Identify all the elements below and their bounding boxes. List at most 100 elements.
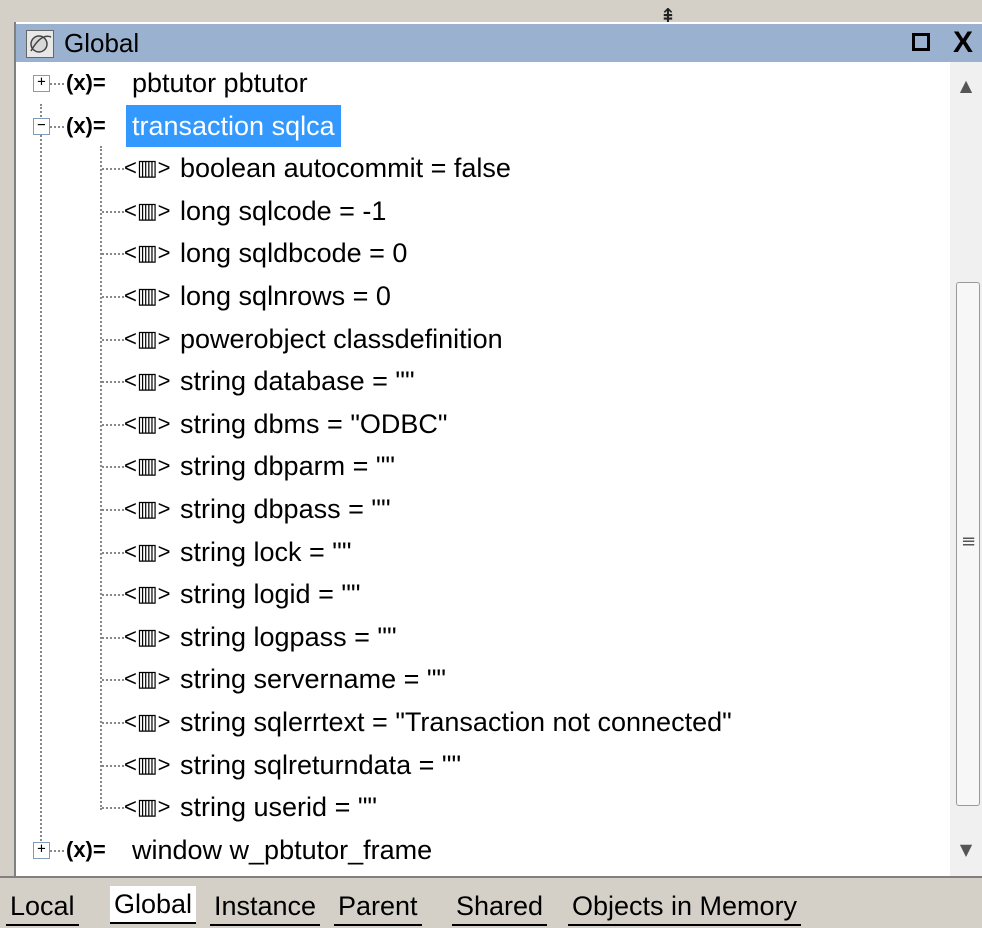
window-left-border (0, 0, 16, 926)
tree-field-row[interactable]: <▥> string dbpass = "" (16, 488, 946, 530)
tree-connector-line (102, 381, 124, 384)
tab-parent[interactable]: Parent (334, 888, 422, 926)
variable-tree[interactable]: + (x)= pbtutor pbtutor − (x)= transaction sql… (16, 62, 950, 876)
tree-connector-line (102, 594, 124, 597)
tree-field-label[interactable]: string lock = "" (180, 531, 351, 573)
field-icon: <▥> (124, 283, 171, 308)
tree-field-label[interactable]: string sqlreturndata = "" (180, 744, 461, 786)
expand-icon[interactable]: + (33, 841, 50, 859)
tree-field-label[interactable]: string dbms = "ODBC" (180, 403, 448, 445)
tree-node[interactable]: − (x)= transaction sqlca (16, 104, 946, 147)
tree-field-row[interactable]: <▥> string lock = "" (16, 531, 946, 573)
tree-field-row[interactable]: <▥> string sqlreturndata = "" (16, 744, 946, 786)
tree-connector-line (102, 210, 124, 213)
field-icon: <▥> (124, 751, 171, 777)
vertical-scrollbar[interactable]: ▲ ≡ ▼ (950, 62, 982, 876)
field-icon: <▥> (124, 709, 171, 734)
tab-objects-in-memory[interactable]: Objects in Memory (568, 888, 802, 926)
field-icon: <▥> (124, 538, 171, 564)
tree-field-row[interactable]: <▥> boolean autocommit = false (16, 147, 946, 189)
tree-connector-line (102, 423, 124, 426)
field-icon: <▥> (124, 155, 171, 181)
tree-connector-line (102, 636, 124, 639)
tree-connector-line (102, 168, 124, 171)
tree-connector-line (50, 125, 64, 128)
tree-field-label[interactable]: long sqlnrows = 0 (180, 275, 391, 317)
expand-icon[interactable]: + (33, 75, 50, 92)
tree-node-label[interactable]: pbtutor pbtutor (132, 62, 308, 104)
tree-node[interactable]: + (x)= pbtutor pbtutor (16, 62, 946, 104)
field-icon: <▥> (124, 240, 171, 266)
tab-shared[interactable]: Shared (452, 888, 548, 926)
field-icon: <▥> (124, 325, 171, 351)
field-icon: <▥> (124, 496, 171, 521)
tree-field-label[interactable]: string logpass = "" (180, 616, 397, 658)
field-icon: <▥> (124, 666, 171, 692)
variable-icon: (x)= (66, 70, 106, 95)
tree-connector-line (102, 466, 124, 469)
tree-connector-line (50, 83, 64, 85)
field-icon: <▥> (124, 410, 171, 436)
tree-field-row[interactable]: <▥> string logid = "" (16, 573, 946, 615)
tree-connector-line (102, 679, 124, 682)
tree-connector-line (102, 807, 124, 810)
tree-field-label[interactable]: string userid = "" (180, 786, 377, 828)
variable-icon: (x)= (66, 836, 106, 862)
tree-field-label[interactable]: string servername = "" (180, 658, 446, 700)
scroll-thumb[interactable]: ≡ (956, 282, 980, 806)
tree-node-label[interactable]: transaction sqlca (126, 104, 341, 147)
field-icon: <▥> (124, 368, 171, 394)
tab-instance[interactable]: Instance (210, 888, 321, 926)
field-icon: <▥> (124, 794, 171, 820)
field-icon: <▥> (124, 623, 171, 649)
panel-title: Global (64, 28, 140, 58)
tree-connector-line (102, 253, 124, 256)
tree-field-row[interactable]: <▥> long sqlcode = -1 (16, 190, 946, 232)
restore-icon (912, 33, 930, 51)
tree-field-row[interactable]: <▥> string userid = "" (16, 786, 946, 828)
tab-bar: Local Global Instance Parent Shared Obje… (0, 876, 982, 928)
scroll-down-icon[interactable]: ▼ (950, 840, 982, 880)
tree-field-row[interactable]: <▥> string servername = "" (16, 658, 946, 700)
variable-icon: (x)= (66, 112, 106, 138)
tree-field-label[interactable]: string database = "" (180, 360, 415, 402)
top-splitter-area[interactable]: ⇞ (14, 0, 982, 27)
tree-field-row[interactable]: <▥> string logpass = "" (16, 616, 946, 658)
tree-connector-line (102, 509, 124, 511)
scroll-up-icon[interactable]: ▲ (950, 76, 982, 116)
tree-connector-line (102, 338, 124, 341)
tree-connector-line (102, 764, 124, 767)
tree-connector-line (102, 722, 124, 724)
restore-button[interactable] (906, 30, 936, 58)
tree-connector-line (50, 849, 64, 852)
tree-field-label[interactable]: boolean autocommit = false (180, 147, 511, 189)
tree-connector-line (102, 296, 124, 298)
tree-field-row[interactable]: <▥> string database = "" (16, 360, 946, 402)
tab-global[interactable]: Global (110, 886, 197, 924)
close-button[interactable]: X (948, 28, 978, 58)
globe-icon (26, 30, 54, 58)
tree-node-label[interactable]: window w_pbtutor_frame (132, 829, 432, 871)
tree-field-row[interactable]: <▥> powerobject classdefinition (16, 318, 946, 360)
tree-field-row[interactable]: <▥> string dbms = "ODBC" (16, 403, 946, 445)
scroll-grip-icon: ≡ (961, 531, 977, 552)
panel-titlebar: Global X (16, 22, 982, 64)
tree-field-row[interactable]: <▥> long sqldbcode = 0 (16, 232, 946, 274)
tree-field-label[interactable]: long sqldbcode = 0 (180, 232, 407, 274)
tree-field-label[interactable]: powerobject classdefinition (180, 318, 503, 360)
tree-field-label[interactable]: string dbpass = "" (180, 488, 391, 530)
field-icon: <▥> (124, 453, 171, 479)
tab-local[interactable]: Local (6, 888, 79, 926)
tree-field-label[interactable]: string dbparm = "" (180, 445, 395, 487)
tree-field-label[interactable]: string logid = "" (180, 573, 361, 615)
tree-connector-line (102, 551, 124, 554)
tree-field-row[interactable]: <▥> string dbparm = "" (16, 445, 946, 487)
tree-field-label[interactable]: string sqlerrtext = "Transaction not con… (180, 701, 732, 743)
tree-node[interactable]: + (x)= window w_pbtutor_frame (16, 829, 946, 871)
field-icon: <▥> (124, 197, 171, 223)
tree-field-row[interactable]: <▥> string sqlerrtext = "Transaction not … (16, 701, 946, 743)
collapse-icon[interactable]: − (33, 117, 50, 135)
tree-field-row[interactable]: <▥> long sqlnrows = 0 (16, 275, 946, 317)
tree-field-label[interactable]: long sqlcode = -1 (180, 190, 386, 232)
field-icon: <▥> (124, 581, 171, 607)
